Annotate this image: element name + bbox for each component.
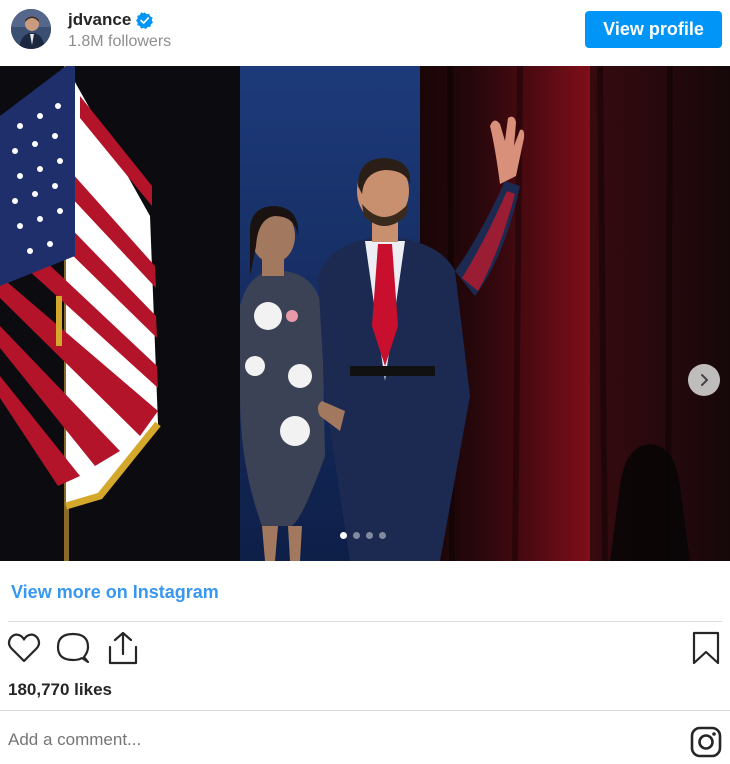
save-button[interactable] — [688, 628, 724, 668]
post-photo-illustration — [0, 66, 730, 561]
follower-count: 1.8M followers — [68, 33, 172, 50]
like-button[interactable] — [6, 628, 42, 668]
comment-bubble-icon — [56, 632, 90, 664]
view-more-on-instagram-link[interactable]: View more on Instagram — [11, 582, 219, 603]
heart-icon — [7, 633, 41, 663]
carousel-dot-3 — [366, 532, 373, 539]
carousel-indicator — [340, 532, 386, 539]
carousel-dot-1 — [340, 532, 347, 539]
carousel-dot-2 — [353, 532, 360, 539]
comment-button[interactable] — [55, 628, 91, 668]
share-icon — [108, 631, 138, 665]
bookmark-icon — [692, 631, 720, 665]
post-image[interactable] — [0, 66, 730, 561]
carousel-dot-4 — [379, 532, 386, 539]
carousel-next-button[interactable] — [688, 364, 720, 396]
verified-badge-icon — [136, 11, 154, 29]
view-profile-button[interactable]: View profile — [585, 11, 722, 48]
divider — [0, 710, 730, 711]
post-header: jdvance 1.8M followers View profile — [0, 0, 730, 64]
add-comment-input[interactable] — [8, 730, 608, 750]
username-text: jdvance — [68, 10, 132, 29]
instagram-logo-icon — [690, 726, 722, 758]
divider — [8, 621, 722, 622]
username[interactable]: jdvance — [68, 10, 154, 30]
instagram-link[interactable] — [689, 725, 723, 759]
action-bar — [0, 628, 730, 672]
like-count: 180,770 likes — [8, 680, 112, 699]
share-button[interactable] — [105, 628, 141, 668]
chevron-right-icon — [701, 374, 708, 386]
avatar[interactable] — [11, 9, 51, 49]
